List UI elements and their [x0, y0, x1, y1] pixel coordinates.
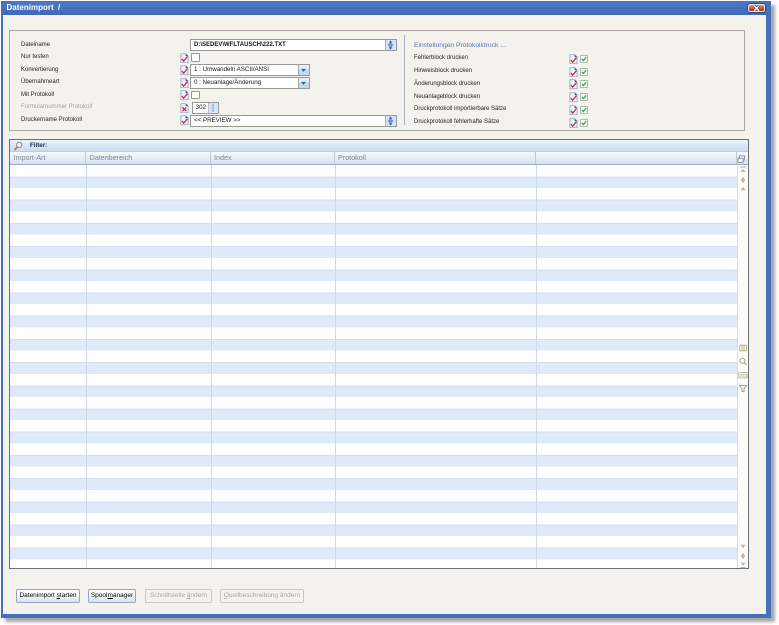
- svg-text:SQL: SQL: [739, 373, 747, 378]
